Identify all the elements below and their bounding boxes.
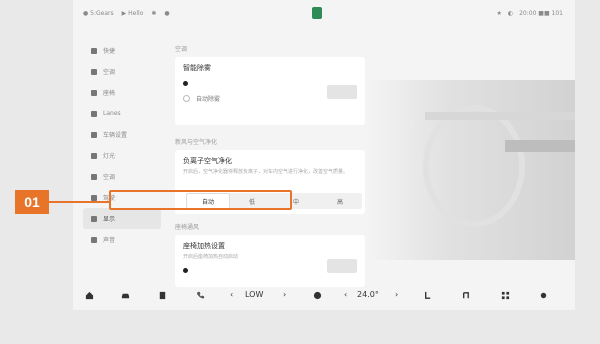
sidebar-item[interactable]: 声音 [83,229,161,250]
callout-line [49,201,111,203]
segment-option-high[interactable]: 高 [318,193,362,209]
radio-icon [183,95,190,102]
sidebar-item-active[interactable]: 显示 [83,208,161,229]
apps-icon[interactable] [501,291,510,300]
card-title: 智能除雾 [183,64,211,72]
sidebar-item[interactable]: 空调 [83,61,161,82]
toggle-switch[interactable] [327,259,357,273]
option-label: 自动除雾 [196,96,221,103]
menu-icon [91,236,97,243]
fan-icon[interactable] [313,291,322,300]
toggle-switch[interactable] [327,85,357,99]
home-icon[interactable] [85,291,94,300]
status-item: ● [164,10,170,17]
menu-icon [91,131,97,138]
dashboard-graphic [425,112,575,120]
defog-card: 智能除雾 自动除雾 [175,57,365,125]
fan-speed-increase-button[interactable]: › [283,290,286,299]
temp-decrease-button[interactable]: ‹ [344,290,347,299]
section-title: 新风与空气净化 [175,139,218,146]
dashboard-graphic [505,140,575,152]
bottom-dock: ‹ LOW › ‹ 24.0° › [73,282,575,310]
fan-speed-value: LOW [245,290,264,299]
seat-heat-card: 座椅加热设置 开启后座椅加热自动启动 [175,235,365,287]
menu-icon [91,215,97,222]
settings-icon[interactable] [539,291,548,300]
status-bar: ● 5:Gears ▶ Hello ✱ ● ★ ◐ 20:00 ■■ 101 [73,0,575,28]
settings-sidebar: 快捷 空调 座椅 Lanes 车辆设置 灯光 空调 驾驶 显示 声音 [83,40,161,250]
status-item: ◐ [507,10,514,17]
seat-heat-icon[interactable] [423,291,432,300]
sidebar-item[interactable]: Lanes [83,103,161,124]
status-item: ✱ [151,10,157,17]
sidebar-item-label: 灯光 [103,153,116,160]
head-unit-screen: ● 5:Gears ▶ Hello ✱ ● ★ ◐ 20:00 ■■ 101 快… [73,0,575,310]
sidebar-item[interactable]: 座椅 [83,82,161,103]
menu-icon [91,110,97,117]
sidebar-item[interactable]: 车辆设置 [83,124,161,145]
steering-wheel-graphic [423,105,525,227]
status-item: ▶ Hello [121,10,144,17]
status-item: ● 5:Gears [83,10,114,17]
brand-logo-icon [312,7,322,19]
sidebar-item-label: 显示 [103,216,116,223]
status-item: 20:00 ■■ 101 [519,10,563,17]
sidebar-item[interactable]: 空调 [83,166,161,187]
menu-icon [91,173,97,180]
slider-handle[interactable] [183,81,188,86]
temp-increase-button[interactable]: › [395,290,398,299]
card-description: 开启后，空气净化器将释放负离子，对车内空气进行净化，改善空气质量。 [183,169,349,175]
sidebar-item-label: 座椅 [103,90,116,97]
card-title: 负离子空气净化 [183,157,232,165]
section-title: 空调 [175,46,188,53]
sidebar-item-label: 声音 [103,237,116,244]
callout-badge: 01 [15,190,49,214]
menu-icon [91,68,97,75]
card-title: 座椅加热设置 [183,242,225,250]
settings-panel: 空调 智能除雾 自动除雾 新风与空气净化 负离子空气净化 开启后，空气净化器将释… [175,44,365,287]
menu-icon [91,194,97,201]
phone-icon[interactable] [196,291,205,300]
menu-icon [91,152,97,159]
menu-icon [91,47,97,54]
sidebar-item-label: 空调 [103,174,116,181]
callout-highlight-box [109,190,292,210]
sidebar-item[interactable]: 快捷 [83,40,161,61]
sidebar-item-label: 空调 [103,69,116,76]
slider-handle[interactable] [183,268,188,273]
status-item: ★ [496,10,502,17]
section-title: 座椅通风 [175,224,200,231]
sidebar-item-label: 车辆设置 [103,132,128,139]
menu-icon [91,89,97,96]
temperature-value: 24.0° [357,290,379,299]
seat-icon[interactable] [158,291,167,300]
sidebar-item[interactable]: 灯光 [83,145,161,166]
music-icon[interactable] [461,291,470,300]
car-icon[interactable] [121,291,130,300]
sidebar-item-label: 快捷 [103,48,116,55]
sidebar-item-label: Lanes [103,110,121,117]
fan-speed-decrease-button[interactable]: ‹ [230,290,233,299]
